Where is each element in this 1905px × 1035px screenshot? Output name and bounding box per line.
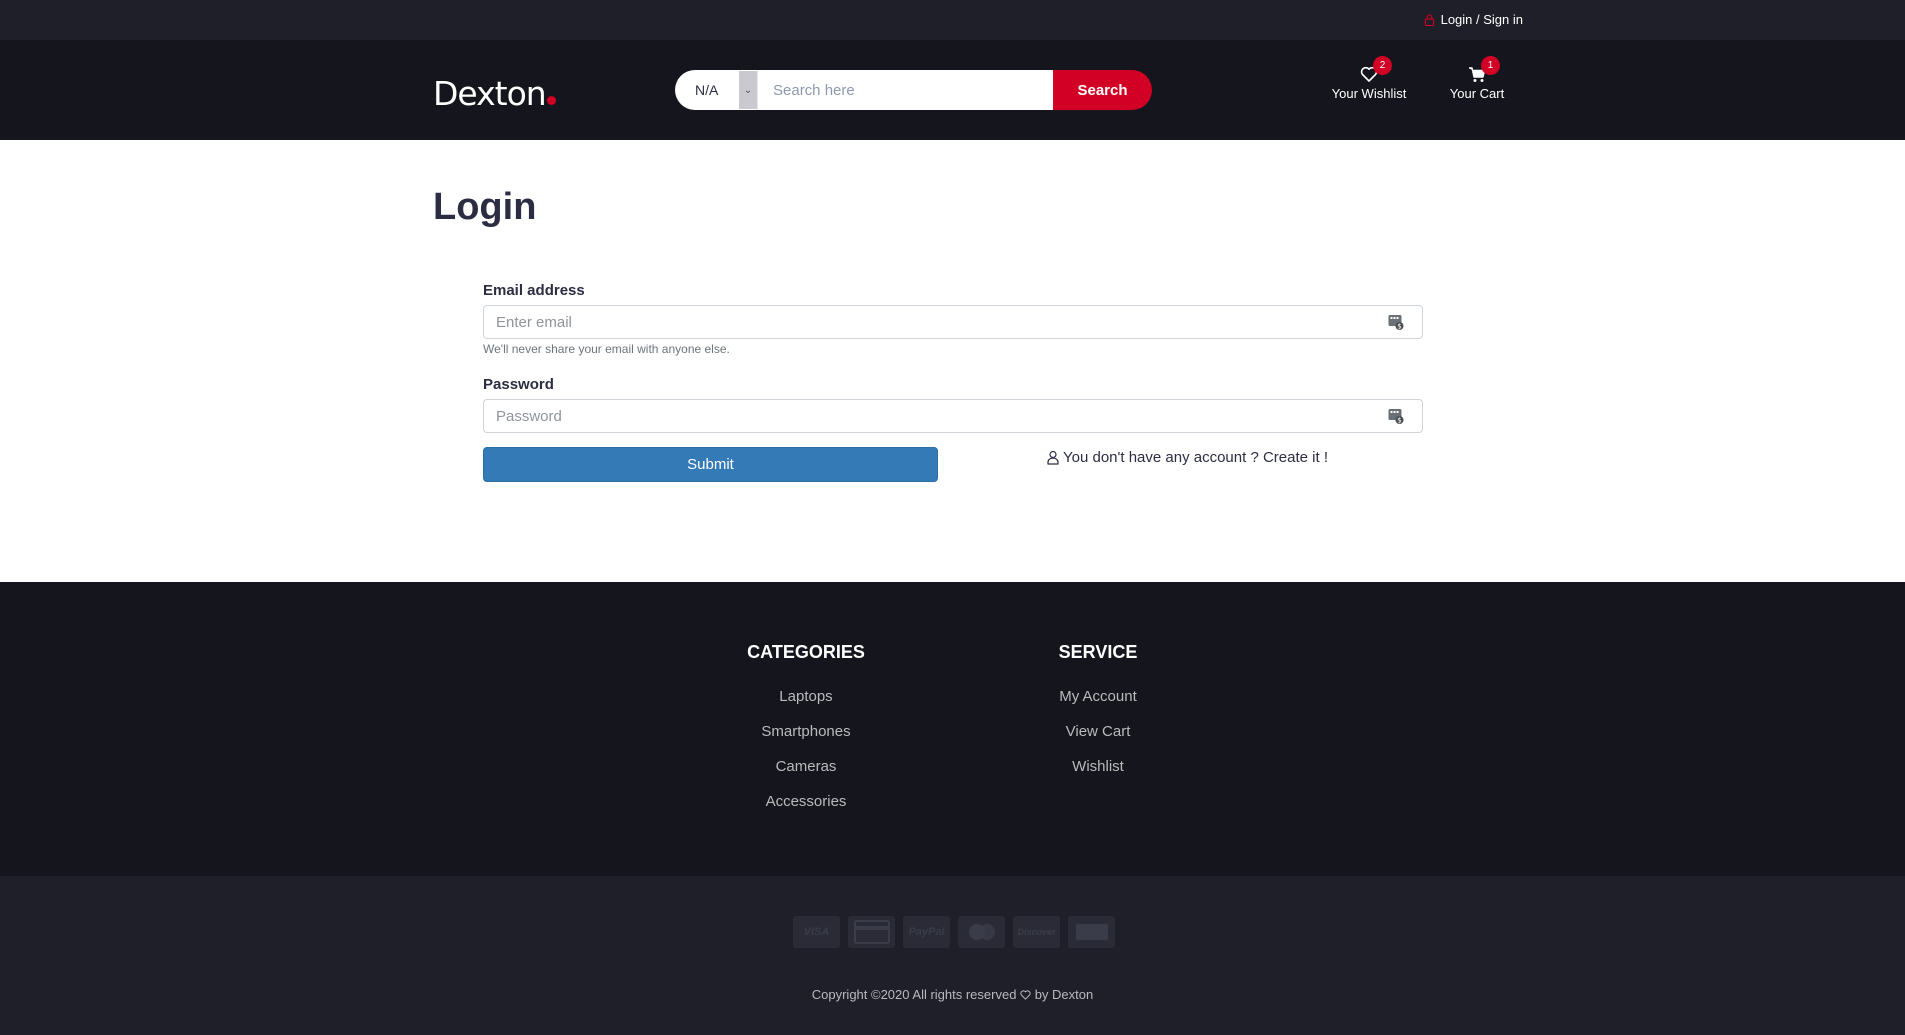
page-title: Login xyxy=(433,186,537,228)
footer-service: SERVICE My Account View Cart Wishlist xyxy=(998,642,1198,792)
footer-link-smartphones[interactable]: Smartphones xyxy=(706,722,906,757)
svg-text:$: $ xyxy=(1397,323,1401,331)
wishlist-link[interactable]: 2 Your Wishlist xyxy=(1328,56,1410,101)
footer-link-accessories[interactable]: Accessories xyxy=(706,792,906,827)
user-icon xyxy=(1047,450,1059,465)
cart-count-badge: 1 xyxy=(1481,56,1500,75)
footer: CATEGORIES Laptops Smartphones Cameras A… xyxy=(0,582,1905,876)
paypal-icon: PayPal xyxy=(903,916,950,948)
search-input[interactable] xyxy=(757,70,1053,110)
footer-link-laptops[interactable]: Laptops xyxy=(706,687,906,722)
cart-label: Your Cart xyxy=(1449,86,1505,101)
visa-icon: VISA xyxy=(793,916,840,948)
chevron-down-icon: ⌄ xyxy=(739,71,757,109)
svg-text:$: $ xyxy=(1397,417,1401,425)
wishlist-count-badge: 2 xyxy=(1373,56,1392,75)
copyright-text: Copyright ©2020 All rights reserved xyxy=(811,987,1017,1002)
lock-icon xyxy=(1424,13,1434,26)
footer-categories: CATEGORIES Laptops Smartphones Cameras A… xyxy=(706,642,906,827)
bottom-footer: VISA PayPal Discover Copyright ©2020 All… xyxy=(0,876,1905,1035)
copyright: Copyright ©2020 All rights reserved by D… xyxy=(0,987,1905,1002)
email-label: Email address xyxy=(483,282,585,299)
login-signin-label: Login / Sign in xyxy=(1440,12,1523,27)
wishlist-label: Your Wishlist xyxy=(1331,86,1407,101)
discover-icon: Discover xyxy=(1013,916,1060,948)
logo-dot xyxy=(546,96,556,105)
credit-card-icon xyxy=(848,916,895,948)
copyright-author: by Dexton xyxy=(1034,987,1094,1002)
footer-link-my-account[interactable]: My Account xyxy=(998,687,1198,722)
footer-link-cameras[interactable]: Cameras xyxy=(706,757,906,792)
cart-link[interactable]: 1 Your Cart xyxy=(1446,56,1508,101)
footer-service-title: SERVICE xyxy=(1058,642,1138,662)
header: Dexton N/A ⌄ Search 2 Your Wishlist 1 Yo… xyxy=(0,40,1905,140)
create-account-link[interactable]: You don't have any account ? Create it ! xyxy=(1047,449,1328,466)
mastercard-icon xyxy=(958,916,1005,948)
password-label: Password xyxy=(483,376,554,393)
footer-link-view-cart[interactable]: View Cart xyxy=(998,722,1198,757)
category-select-value: N/A xyxy=(695,82,719,98)
search-button[interactable]: Search xyxy=(1053,70,1152,110)
email-help-text: We'll never share your email with anyone… xyxy=(483,342,730,356)
submit-button[interactable]: Submit xyxy=(483,447,938,482)
american-express-icon xyxy=(1068,916,1115,948)
heart-icon: 2 xyxy=(1360,56,1392,83)
email-field-wrapper: $ xyxy=(483,305,1423,339)
category-select[interactable]: N/A ⌄ xyxy=(675,70,757,110)
top-bar: Login / Sign in xyxy=(0,0,1905,40)
heart-icon xyxy=(1020,990,1031,1000)
login-signin-link[interactable]: Login / Sign in xyxy=(1424,12,1523,27)
password-field-wrapper: $ xyxy=(483,399,1423,433)
shopping-cart-icon: 1 xyxy=(1468,56,1500,83)
password-manager-icon[interactable]: $ xyxy=(1388,314,1404,331)
payment-methods: VISA PayPal Discover xyxy=(793,916,1115,948)
search-bar: N/A ⌄ Search xyxy=(675,70,1152,110)
footer-categories-title: CATEGORIES xyxy=(747,642,865,662)
password-manager-icon[interactable]: $ xyxy=(1388,408,1404,425)
footer-link-wishlist[interactable]: Wishlist xyxy=(998,757,1198,792)
password-field[interactable] xyxy=(484,400,1422,432)
logo-text: Dexton xyxy=(433,74,547,113)
email-field[interactable] xyxy=(484,306,1422,338)
logo[interactable]: Dexton xyxy=(433,74,556,113)
create-account-text: You don't have any account ? Create it ! xyxy=(1063,449,1328,466)
